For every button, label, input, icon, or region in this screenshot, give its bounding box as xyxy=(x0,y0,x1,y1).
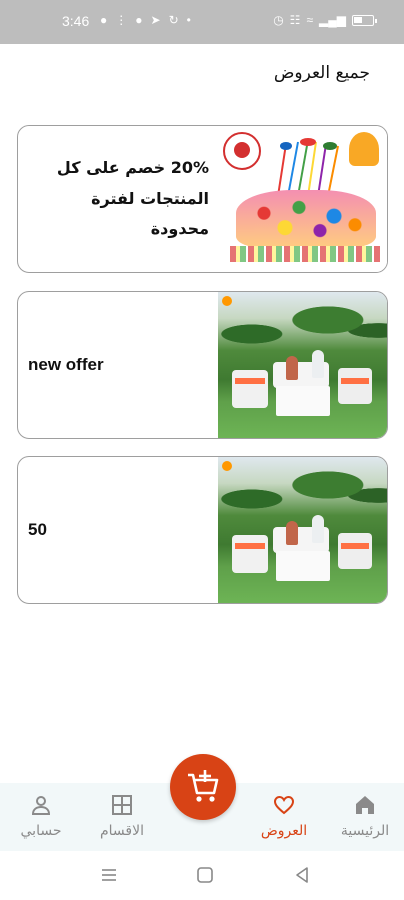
nav-offers[interactable]: العروض xyxy=(244,789,324,839)
nav-home[interactable]: الرئيسية xyxy=(325,789,404,839)
toys-promo-image xyxy=(218,126,387,272)
system-icons: ◷ ☷ ≈ ▂▄▆ xyxy=(273,13,377,27)
nav-account[interactable]: حسابي xyxy=(1,789,81,839)
home-icon xyxy=(356,796,374,814)
nav-account-label: حسابي xyxy=(20,823,62,839)
wifi-icon: ≈ xyxy=(306,13,314,27)
add-to-cart-button[interactable] xyxy=(170,754,236,820)
sync-icon: ↻ xyxy=(168,13,179,27)
home-button-icon[interactable] xyxy=(195,865,215,885)
nav-categories[interactable]: الاقسام xyxy=(82,789,162,839)
notification-icons: ● ⋮ ● ➤ ↻ • xyxy=(100,13,191,27)
products-pile xyxy=(236,190,376,248)
nav-home-label: الرئيسية xyxy=(340,823,390,839)
whatsapp-icon: ● xyxy=(100,13,108,27)
back-icon[interactable] xyxy=(292,865,312,885)
products-row xyxy=(230,246,380,262)
garden-furniture-image xyxy=(218,292,387,438)
garden-furniture-image xyxy=(218,457,387,603)
status-time: 3:46 xyxy=(62,13,90,29)
system-navigation-bar xyxy=(0,851,404,900)
recent-apps-icon[interactable] xyxy=(99,865,119,885)
offer-card-1[interactable]: 20% خصم على كل المنتجات لفترة محدودة xyxy=(17,125,388,273)
offer-text: 50 xyxy=(28,519,47,539)
offer-text: 20% خصم على كل المنتجات لفترة محدودة xyxy=(28,126,209,272)
brand-badge xyxy=(222,461,232,471)
page-title: جميع العروض xyxy=(273,63,370,83)
offer-card-3[interactable]: 50 xyxy=(17,456,388,604)
dot-icon: • xyxy=(186,13,191,27)
brand-logo xyxy=(223,132,261,170)
alarm-icon: ◷ xyxy=(273,13,284,27)
nav-categories-label: الاقسام xyxy=(100,823,144,839)
brooms-illustration xyxy=(277,138,339,197)
person-icon xyxy=(31,796,51,815)
heart-icon xyxy=(273,795,295,815)
status-bar: 3:46 ● ⋮ ● ➤ ↻ • ◷ ☷ ≈ ▂▄▆ xyxy=(0,0,404,44)
offer-text-line2: المنتجات لفترة محدودة xyxy=(91,188,209,239)
offer-card-2[interactable]: new offer xyxy=(17,291,388,439)
offer-text: new offer xyxy=(28,354,104,374)
brand-badge xyxy=(222,296,232,306)
add-to-cart-icon xyxy=(188,770,219,802)
telegram-icon: ➤ xyxy=(150,13,161,27)
messenger-icon: ● xyxy=(135,13,143,27)
battery-icon xyxy=(352,14,377,26)
vibrate-icon: ☷ xyxy=(289,13,301,27)
network-icon: ⋮ xyxy=(115,13,128,27)
grid-icon xyxy=(112,795,132,815)
offer-text-line1: 20% خصم على كل xyxy=(56,158,209,178)
signal-icon: ▂▄▆ xyxy=(319,13,346,27)
nav-offers-label: العروض xyxy=(260,823,308,839)
store-logo xyxy=(349,132,379,166)
